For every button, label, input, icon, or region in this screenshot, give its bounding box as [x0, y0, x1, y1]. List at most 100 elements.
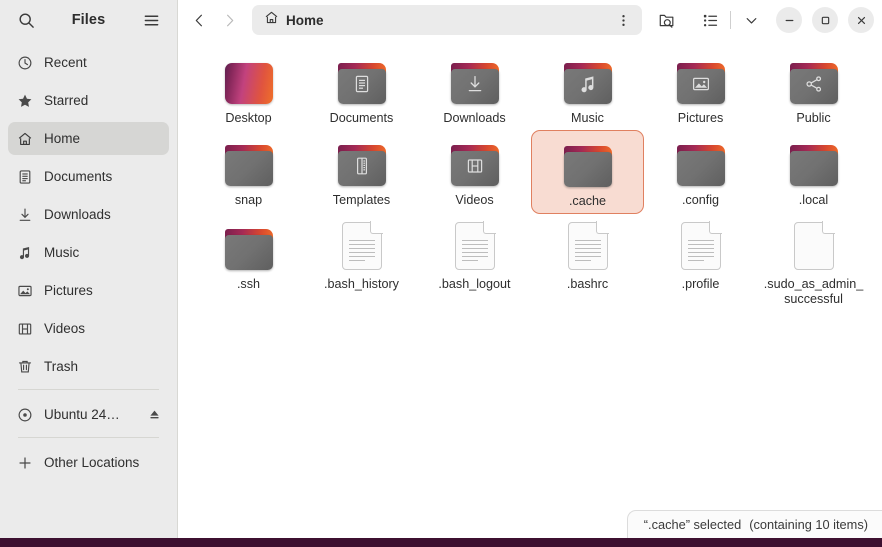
folder-body — [789, 151, 838, 186]
file-item-icon — [563, 137, 613, 187]
sidebar-item-home[interactable]: Home — [8, 122, 169, 155]
sidebar-item-label: Downloads — [44, 207, 111, 222]
file-item[interactable]: Desktop — [192, 48, 305, 130]
file-item[interactable]: Downloads — [418, 48, 531, 130]
status-bar: “.cache” selected (containing 10 items) — [626, 510, 882, 538]
file-item[interactable]: .cache — [531, 130, 644, 214]
path-bar[interactable]: Home — [252, 5, 642, 35]
file-item-icon — [450, 136, 500, 186]
maximize-icon[interactable] — [812, 7, 838, 33]
file-item[interactable]: Documents — [305, 48, 418, 130]
file-item-label: Pictures — [677, 111, 724, 125]
sidebar-item-music[interactable]: Music — [8, 236, 169, 269]
folder-body — [224, 151, 273, 186]
file-item-icon — [793, 220, 835, 270]
main-area: Home Desktop Documents Downloads Music P… — [178, 0, 882, 538]
path-button-home[interactable]: Home — [264, 10, 324, 30]
file-item[interactable]: .config — [644, 130, 757, 214]
chevron-down-icon[interactable] — [736, 5, 766, 35]
vertical-dots-icon[interactable] — [612, 8, 634, 32]
sidebar-item-documents[interactable]: Documents — [8, 160, 169, 193]
document-fold-corner — [821, 221, 835, 234]
file-item[interactable]: .local — [757, 130, 870, 214]
file-item[interactable]: Pictures — [644, 48, 757, 130]
file-item-icon — [676, 54, 726, 104]
header-actions — [652, 5, 874, 35]
folder-body — [450, 151, 499, 186]
file-item-label: .bashrc — [566, 277, 609, 291]
file-item[interactable]: .bashrc — [531, 214, 644, 311]
sidebar-item-ubuntu-disc[interactable]: Ubuntu 24… — [8, 398, 169, 431]
sidebar-item-label: Music — [44, 245, 80, 260]
file-item-label: .sudo_as_admin_successful — [763, 277, 864, 306]
search-icon[interactable] — [12, 6, 40, 34]
file-item-label: .profile — [681, 277, 720, 291]
share-emblem-icon — [803, 73, 825, 100]
file-item[interactable]: .bash_history — [305, 214, 418, 311]
file-item-icon — [789, 136, 839, 186]
sidebar-item-pictures[interactable]: Pictures — [8, 274, 169, 307]
file-item[interactable]: .bash_logout — [418, 214, 531, 311]
folder-search-icon[interactable] — [652, 5, 682, 35]
minimize-icon[interactable] — [776, 7, 802, 33]
document-lines — [348, 240, 375, 264]
home-icon — [16, 130, 33, 147]
sidebar-item-recent[interactable]: Recent — [8, 46, 169, 79]
eject-icon[interactable] — [147, 408, 161, 422]
folder-icon — [450, 63, 500, 104]
file-item-icon — [341, 220, 383, 270]
hamburger-menu-icon[interactable] — [137, 6, 165, 34]
file-item[interactable]: Templates — [305, 130, 418, 214]
document-fold-corner — [595, 221, 609, 234]
folder-icon — [563, 63, 613, 104]
forward-button[interactable] — [214, 5, 244, 35]
file-item-icon — [454, 220, 496, 270]
film-emblem-icon — [464, 155, 486, 182]
desktop-gradient-icon — [224, 63, 273, 104]
file-item[interactable]: .ssh — [192, 214, 305, 311]
sidebar-item-videos[interactable]: Videos — [8, 312, 169, 345]
file-item[interactable]: .profile — [644, 214, 757, 311]
file-item[interactable]: Music — [531, 48, 644, 130]
folder-icon — [676, 145, 726, 186]
folder-icon — [450, 145, 500, 186]
sidebar-item-downloads[interactable]: Downloads — [8, 198, 169, 231]
sidebar-header: Files — [0, 0, 177, 40]
file-item[interactable]: .sudo_as_admin_successful — [757, 214, 870, 311]
back-button[interactable] — [184, 5, 214, 35]
file-item-label: Documents — [329, 111, 394, 125]
trash-icon — [16, 358, 33, 375]
file-item-label: .config — [681, 193, 720, 207]
file-item[interactable]: snap — [192, 130, 305, 214]
document-lines — [461, 240, 488, 264]
list-view-icon[interactable] — [695, 5, 725, 35]
template-emblem-icon — [351, 155, 373, 182]
file-item[interactable]: Public — [757, 48, 870, 130]
close-icon[interactable] — [848, 7, 874, 33]
file-item[interactable]: Videos — [418, 130, 531, 214]
file-item-label: Downloads — [443, 111, 506, 125]
file-item-icon — [676, 136, 726, 186]
file-item-label: Music — [571, 111, 604, 125]
sidebar-item-label: Other Locations — [44, 455, 140, 470]
folder-body — [563, 69, 612, 104]
sidebar-item-label: Starred — [44, 93, 89, 108]
text-file-icon — [793, 221, 835, 270]
folder-icon — [789, 145, 839, 186]
image-emblem-icon — [690, 73, 712, 100]
plus-icon — [16, 454, 33, 471]
document-icon — [16, 168, 33, 185]
sidebar-item-trash[interactable]: Trash — [8, 350, 169, 383]
file-grid-area[interactable]: Desktop Documents Downloads Music Picture… — [178, 40, 882, 538]
file-item-icon — [563, 54, 613, 104]
text-file-icon — [454, 221, 496, 270]
home-icon — [264, 10, 279, 30]
sidebar-item-other-locations[interactable]: Other Locations — [8, 446, 169, 479]
sidebar-item-label: Trash — [44, 359, 79, 374]
desktop-background-strip — [0, 538, 882, 547]
files-window: Files Recent Starred Home Documents Down… — [0, 0, 882, 538]
music-emblem-icon — [577, 73, 599, 100]
sidebar: Files Recent Starred Home Documents Down… — [0, 0, 178, 538]
sidebar-item-starred[interactable]: Starred — [8, 84, 169, 117]
document-fold-corner — [369, 221, 383, 234]
